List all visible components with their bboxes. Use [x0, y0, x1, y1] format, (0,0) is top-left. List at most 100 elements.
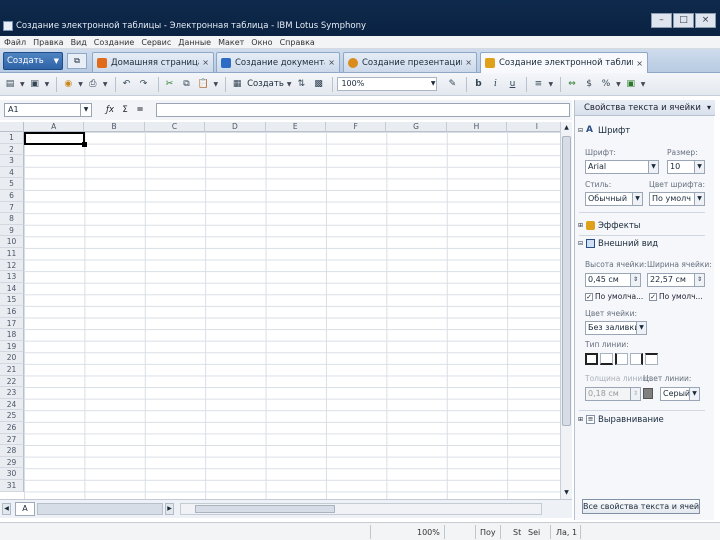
column-header[interactable]: B	[84, 122, 145, 132]
create-new-button[interactable]: Создать ▼	[3, 52, 63, 70]
new-icon[interactable]: ▤	[3, 77, 17, 91]
percent-icon[interactable]: %	[599, 77, 613, 91]
row-header[interactable]: 4	[0, 166, 24, 179]
row-header[interactable]: 12	[0, 259, 24, 272]
row-header[interactable]: 3	[0, 155, 24, 167]
vertical-scrollbar[interactable]: ▲ ▼	[560, 122, 572, 499]
default-height-checkbox[interactable]: ✓	[585, 293, 593, 301]
status-zoom[interactable]: 100%	[417, 528, 440, 537]
gallery-icon[interactable]: ▩	[311, 77, 325, 91]
row-header[interactable]: 10	[0, 236, 24, 248]
sum-icon[interactable]: Σ	[119, 103, 131, 117]
minimize-button[interactable]: –	[651, 13, 672, 28]
column-header[interactable]: C	[144, 122, 206, 132]
scroll-thumb[interactable]	[562, 136, 571, 426]
collapse-icon[interactable]: ⊟	[578, 127, 586, 134]
chevron-down-icon[interactable]: ▼	[648, 160, 659, 174]
row-header[interactable]: 13	[0, 271, 24, 283]
menu-data[interactable]: Данные	[178, 38, 211, 47]
menu-help[interactable]: Справка	[280, 38, 315, 47]
spin-icon[interactable]: ⇕	[630, 387, 641, 401]
border-top-icon[interactable]	[645, 353, 658, 365]
row-header[interactable]: 1	[0, 132, 24, 144]
effects-section-header[interactable]: ⊞ Эффекты	[578, 219, 641, 232]
italic-icon[interactable]: i	[488, 77, 502, 91]
toolbar-create-label[interactable]: Создать	[247, 79, 284, 89]
row-header[interactable]: 31	[0, 480, 24, 492]
chevron-down-icon[interactable]: ▼	[287, 81, 292, 88]
chevron-down-icon[interactable]: ▼	[632, 192, 643, 206]
chevron-down-icon[interactable]: ▼	[214, 81, 219, 88]
font-name-field[interactable]: Arial	[585, 160, 649, 174]
column-header[interactable]: F	[326, 122, 387, 132]
row-header[interactable]: 24	[0, 398, 24, 411]
close-icon[interactable]: ×	[202, 58, 209, 67]
cell-width-field[interactable]: 22,57 см	[647, 273, 695, 287]
show-thumbnails-icon[interactable]: ⧉	[67, 53, 87, 69]
merge-cells-icon[interactable]: ⇔	[565, 77, 579, 91]
chevron-down-icon[interactable]: ▼	[20, 81, 25, 88]
sort-icon[interactable]: ⇅	[294, 77, 308, 91]
close-icon[interactable]: ×	[465, 58, 472, 67]
paste-icon[interactable]: 📋	[197, 77, 211, 91]
sidebar-menu-icon[interactable]: ▾	[707, 100, 711, 116]
row-header[interactable]: 15	[0, 294, 24, 306]
row-header[interactable]: 19	[0, 340, 24, 353]
row-header[interactable]: 18	[0, 329, 24, 341]
font-color-field[interactable]: По умолч	[649, 192, 695, 206]
row-header[interactable]: 26	[0, 422, 24, 434]
borders-icon[interactable]: ▣	[624, 77, 638, 91]
cell-area[interactable]	[24, 132, 560, 499]
row-header[interactable]: 21	[0, 364, 24, 376]
row-header[interactable]: 28	[0, 445, 24, 457]
row-header[interactable]: 2	[0, 143, 24, 156]
column-header[interactable]: D	[205, 122, 266, 132]
chevron-down-icon[interactable]: ▼	[689, 387, 700, 401]
cell-color-field[interactable]: Без заливки	[585, 321, 637, 335]
row-header[interactable]: 11	[0, 248, 24, 260]
chevron-down-icon[interactable]: ▼	[78, 81, 83, 88]
underline-icon[interactable]: u	[505, 77, 519, 91]
border-all-icon[interactable]	[585, 353, 598, 365]
close-button[interactable]: ×	[695, 13, 716, 28]
bold-icon[interactable]: b	[471, 77, 485, 91]
chevron-down-icon[interactable]: ▼	[103, 81, 108, 88]
border-bottom-icon[interactable]	[600, 353, 613, 365]
row-header[interactable]: 8	[0, 213, 24, 225]
chevron-down-icon[interactable]: ▼	[694, 160, 705, 174]
maximize-button[interactable]: □	[673, 13, 694, 28]
chevron-down-icon[interactable]: ▼	[616, 81, 621, 88]
appearance-section-header[interactable]: ⊟ Внешний вид	[578, 237, 658, 250]
format-paint-icon[interactable]: ✎	[445, 77, 459, 91]
menu-edit[interactable]: Правка	[33, 38, 63, 47]
row-header[interactable]: 6	[0, 190, 24, 202]
row-header[interactable]: 27	[0, 433, 24, 446]
all-properties-button[interactable]: Все свойства текста и ячейки...	[582, 499, 700, 514]
chevron-down-icon[interactable]: ▼	[636, 321, 647, 335]
row-header[interactable]: 7	[0, 201, 24, 214]
line-width-field[interactable]: 0,18 см	[585, 387, 631, 401]
create-table-icon[interactable]: ▦	[230, 77, 244, 91]
last-sheet-icon[interactable]: ▶	[165, 503, 174, 515]
select-all-corner[interactable]	[0, 122, 24, 132]
row-header[interactable]: 17	[0, 317, 24, 330]
undo-icon[interactable]: ↶	[120, 77, 134, 91]
chevron-down-icon[interactable]: ▼	[80, 104, 91, 116]
column-header[interactable]: A	[24, 122, 85, 132]
menu-view[interactable]: Вид	[71, 38, 87, 47]
tab-home[interactable]: Домашняя страница ×	[92, 52, 214, 72]
cut-icon[interactable]: ✂	[163, 77, 177, 91]
column-header[interactable]: E	[265, 122, 326, 132]
sheet-tab[interactable]: A	[15, 502, 35, 516]
formula-input[interactable]	[156, 103, 570, 117]
export-pdf-icon[interactable]: ◉	[61, 77, 75, 91]
chevron-down-icon[interactable]: ▼	[45, 81, 50, 88]
redo-icon[interactable]: ↷	[137, 77, 151, 91]
close-icon[interactable]: ×	[636, 59, 643, 68]
row-header[interactable]: 14	[0, 282, 24, 295]
name-box[interactable]: A1 ▼	[4, 103, 92, 117]
menu-tools[interactable]: Сервис	[141, 38, 171, 47]
close-icon[interactable]: ×	[328, 58, 335, 67]
first-sheet-icon[interactable]: ◀	[2, 503, 11, 515]
chevron-down-icon[interactable]: ▼	[548, 81, 553, 88]
